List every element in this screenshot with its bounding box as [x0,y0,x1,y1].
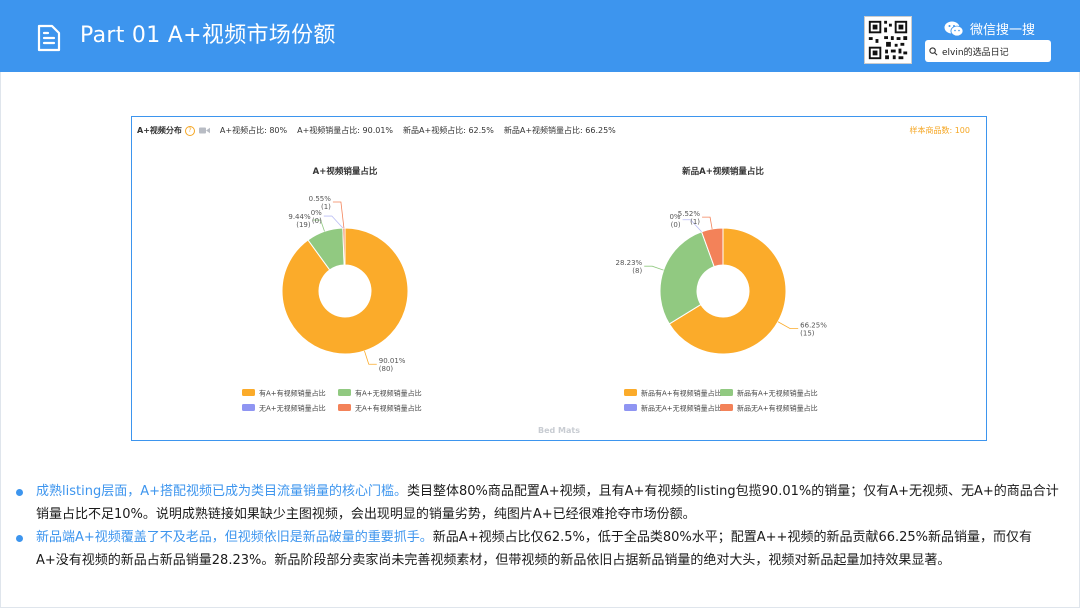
legend-swatch [338,404,351,411]
legend-label: 新品无A+有视频销量占比 [737,404,818,413]
bullet-dot [16,535,23,542]
bullet-highlight: 成熟listing层面，A+搭配视频已成为类目流量销量的核心门槛。 [36,484,407,499]
wechat-icon [944,21,964,36]
slice-count-label: (1) [690,218,700,226]
slice-percent-label: 9.44% [288,213,311,221]
slice-count-label: (19) [296,221,311,229]
page-title: Part 01 A+视频市场份额 [80,23,336,48]
slice-count-label: (0) [312,217,322,225]
search-input[interactable]: elvin的选品日记 [925,40,1051,62]
slice-percent-label: 66.25% [800,322,827,330]
header-bar: Part 01 A+视频市场份额 微信搜一搜 elvin的选品日记 [0,0,1080,72]
legend-label: 新品无A+无视频销量占比 [641,404,722,413]
slice-percent-label: 90.01% [379,357,406,365]
legend-swatch [720,404,733,411]
slice-count-label: (80) [379,365,394,373]
slice-count-label: (1) [321,203,331,211]
legend-swatch [338,389,351,396]
bullet-item: 新品端A+视频覆盖了不及老品，但视频依旧是新品破量的重要抓手。新品A+视频占比仅… [14,526,1064,572]
slice-percent-label: 0.55% [309,195,332,203]
leader-line [702,216,713,230]
legend-label: 有A+无视频销量占比 [355,389,422,398]
leader-line [644,265,664,271]
legend-label: 新品有A+有视频销量占比 [641,389,722,398]
slice-count-label: (15) [800,330,815,338]
legend-swatch [624,404,637,411]
leader-line [364,350,377,365]
legend-label: 无A+有视频销量占比 [355,404,422,413]
legend-label: 新品有A+无视频销量占比 [737,389,818,398]
wechat-search-label: 微信搜一搜 [944,19,1035,38]
bullet-item: 成熟listing层面，A+搭配视频已成为类目流量销量的核心门槛。类目整体80%… [14,480,1064,526]
bullet-dot [16,489,23,496]
slice-percent-label: 5.52% [678,210,701,218]
legend-label: 无A+无视频销量占比 [259,404,326,413]
legend-swatch [624,389,637,396]
slice-count-label: (0) [671,221,681,229]
slice-count-label: (8) [632,267,642,275]
leader-line [323,215,344,229]
bullet-highlight: 新品端A+视频覆盖了不及老品，但视频依旧是新品破量的重要抓手。 [36,530,433,545]
leader-line [777,321,799,330]
donut-charts: A+视频销量占比90.01%(80)9.44%(19)0%(0)0.55%(1)… [242,166,827,413]
chart-title: A+视频销量占比 [313,166,378,177]
qr-code-icon[interactable] [864,16,912,64]
legend-swatch [242,404,255,411]
legend-label: 有A+有视频销量占比 [259,389,326,398]
bullet-list: 成熟listing层面，A+搭配视频已成为类目流量销量的核心门槛。类目整体80%… [14,480,1064,572]
watermark: Bed Mats [538,426,580,435]
slice-percent-label: 28.23% [616,259,643,267]
chart-title: 新品A+视频销量占比 [682,166,764,177]
leader-line [332,201,345,229]
document-icon [37,24,61,52]
legend-swatch [720,389,733,396]
wechat-label: 微信搜一搜 [970,23,1036,38]
search-text: elvin的选品日记 [942,47,1009,58]
chart-panel: A+视频分布 ? A+视频占比: 80% A+视频销量占比: 90.01% 新品… [131,116,987,441]
legend-swatch [242,389,255,396]
search-icon [929,46,938,55]
